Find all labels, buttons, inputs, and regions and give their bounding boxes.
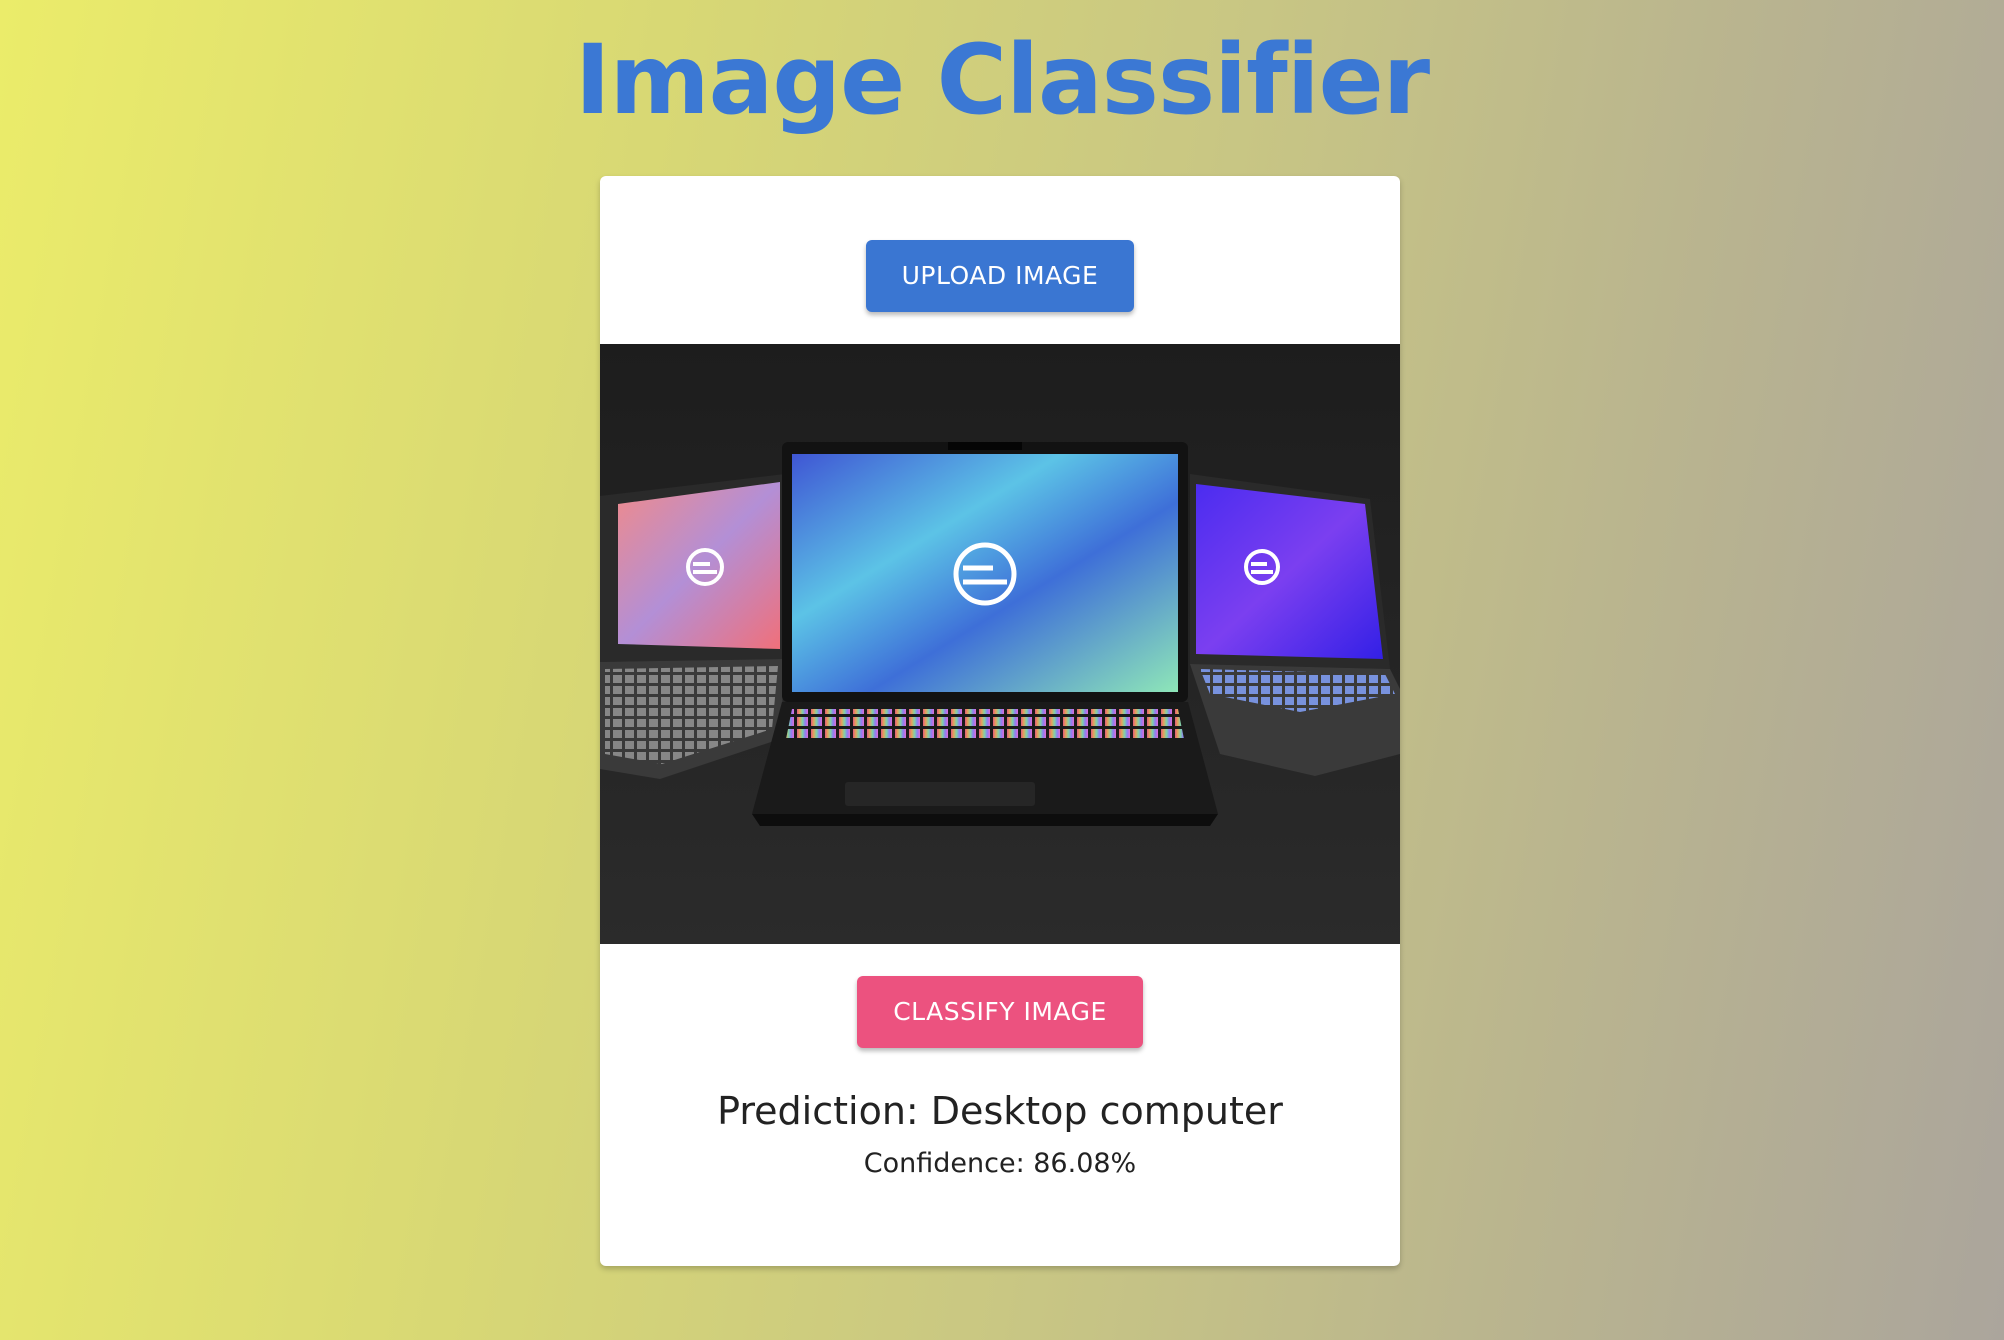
- classifier-card: UPLOAD IMAGE CLASSIFY IMAGE Prediction: …: [600, 176, 1400, 1266]
- classify-image-button[interactable]: CLASSIFY IMAGE: [857, 976, 1143, 1048]
- laptops-image: [600, 344, 1400, 944]
- prediction-text: Prediction: Desktop computer: [717, 1089, 1283, 1133]
- page-title: Image Classifier: [574, 24, 1430, 136]
- upload-image-button[interactable]: UPLOAD IMAGE: [866, 240, 1134, 312]
- confidence-text: Confidence: 86.08%: [863, 1148, 1137, 1179]
- uploaded-image-preview: [600, 344, 1400, 944]
